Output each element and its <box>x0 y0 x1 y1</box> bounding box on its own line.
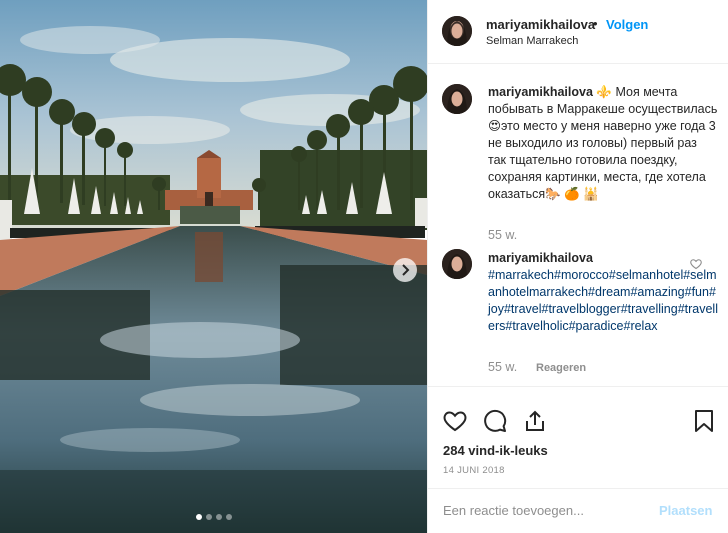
carousel-dot <box>215 514 222 520</box>
comment-text: ⚜️ Моя мечта побывать в Марракеше осущес… <box>488 85 718 201</box>
likes-count[interactable]: 284 vind-ik-leuks <box>443 443 548 458</box>
avatar-image <box>442 16 472 46</box>
share-icon <box>526 410 544 431</box>
like-comment-button[interactable] <box>690 257 702 275</box>
next-slide-button[interactable] <box>393 258 417 282</box>
comment-timestamp[interactable]: 55 w. <box>488 228 517 242</box>
share-button[interactable] <box>523 409 547 438</box>
heart-icon <box>443 411 467 432</box>
avatar-image <box>442 249 472 279</box>
follow-button[interactable]: Volgen <box>606 17 648 32</box>
avatar[interactable] <box>442 249 472 279</box>
heart-icon <box>690 259 702 270</box>
comment-input[interactable] <box>443 503 643 518</box>
avatar[interactable] <box>442 84 472 114</box>
post-date[interactable]: 14 JUNI 2018 <box>443 465 505 476</box>
comment-icon <box>484 409 507 432</box>
carousel-indicator <box>0 514 427 520</box>
post-header: mariyamikhailova • Volgen Selman Marrake… <box>428 0 728 64</box>
post-comment-button[interactable]: Plaatsen <box>659 503 712 518</box>
comment-username[interactable]: mariyamikhailova <box>488 85 593 99</box>
post-actions: 284 vind-ik-leuks 14 JUNI 2018 <box>428 386 728 488</box>
post-photo[interactable] <box>0 0 427 533</box>
bookmark-icon <box>695 410 713 432</box>
comment-hashtags[interactable]: #marrakech#morocco#selmanhotel#selmanhot… <box>488 267 718 335</box>
carousel-dot <box>195 514 202 520</box>
reply-button[interactable]: Reageren <box>536 362 586 374</box>
separator-dot: • <box>593 16 598 31</box>
post-author-username[interactable]: mariyamikhailova <box>486 17 595 32</box>
chevron-right-icon <box>402 264 410 276</box>
comment-username[interactable]: mariyamikhailova <box>488 250 718 267</box>
save-button[interactable] <box>693 409 715 438</box>
instagram-post: mariyamikhailova • Volgen Selman Marrake… <box>0 0 728 533</box>
post-sidebar: mariyamikhailova • Volgen Selman Marrake… <box>427 0 728 533</box>
hashtag-comment: mariyamikhailova #marrakech#morocco#selm… <box>488 250 718 335</box>
comment-timestamp[interactable]: 55 w. <box>488 360 517 374</box>
like-button[interactable] <box>443 409 467 438</box>
pool-photo-image <box>0 0 427 533</box>
avatar-image <box>442 84 472 114</box>
carousel-dot <box>205 514 212 520</box>
avatar[interactable] <box>442 16 472 46</box>
caption-comment: mariyamikhailova ⚜️ Моя мечта побывать в… <box>488 84 718 203</box>
add-comment-bar: Plaatsen <box>428 488 728 533</box>
comment-button[interactable] <box>483 409 507 438</box>
carousel-dot <box>225 514 232 520</box>
post-location[interactable]: Selman Marrakech <box>486 35 578 47</box>
comments-section: mariyamikhailova ⚜️ Моя мечта побывать в… <box>428 64 728 386</box>
